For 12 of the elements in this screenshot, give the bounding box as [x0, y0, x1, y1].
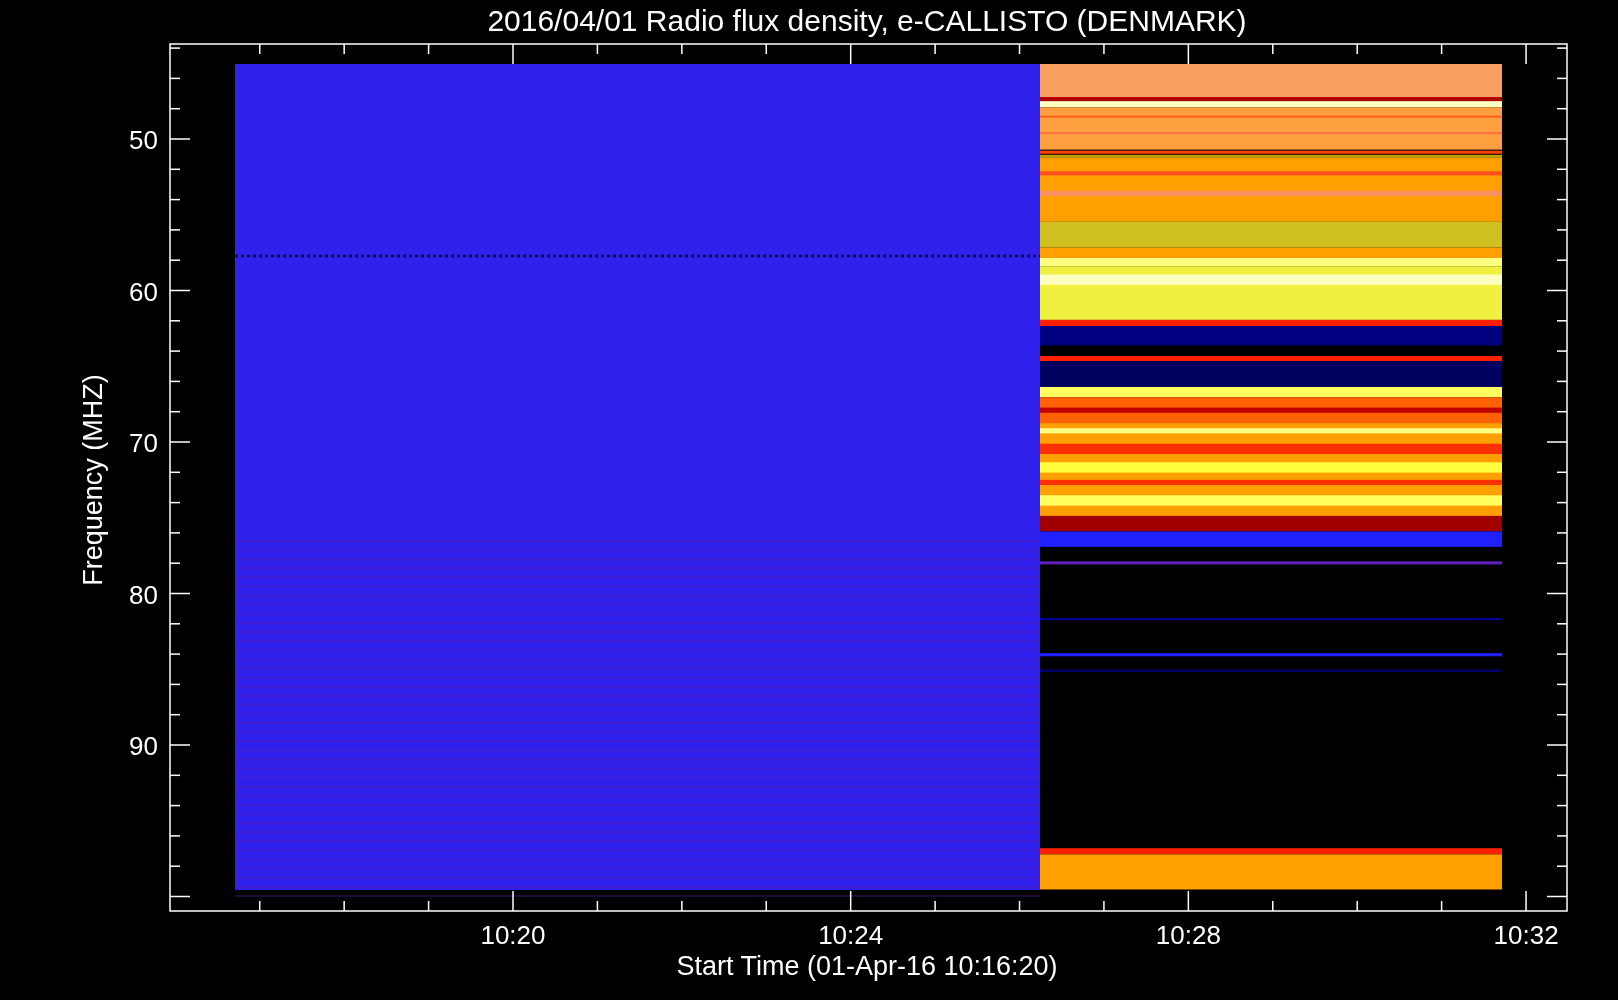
x-tick-label: 10:32 — [1493, 920, 1559, 950]
y-tick-label: 50 — [129, 125, 158, 155]
x-tick-label: 10:20 — [480, 920, 546, 950]
x-tick-label: 10:28 — [1155, 920, 1221, 950]
y-tick-label: 80 — [129, 579, 158, 610]
y-axis-label: Frequency (MHZ) — [78, 374, 108, 586]
y-tick-label: 60 — [129, 276, 158, 307]
y-tick-label: 70 — [129, 428, 158, 458]
x-tick-label: 10:24 — [818, 920, 884, 950]
x-axis-label: Start Time (01-Apr-16 10:16:20) — [676, 951, 1058, 981]
y-tick-label: 90 — [129, 731, 158, 761]
chart-title: 2016/04/01 Radio flux density, e-CALLISTO (DENMARK) — [487, 4, 1247, 37]
